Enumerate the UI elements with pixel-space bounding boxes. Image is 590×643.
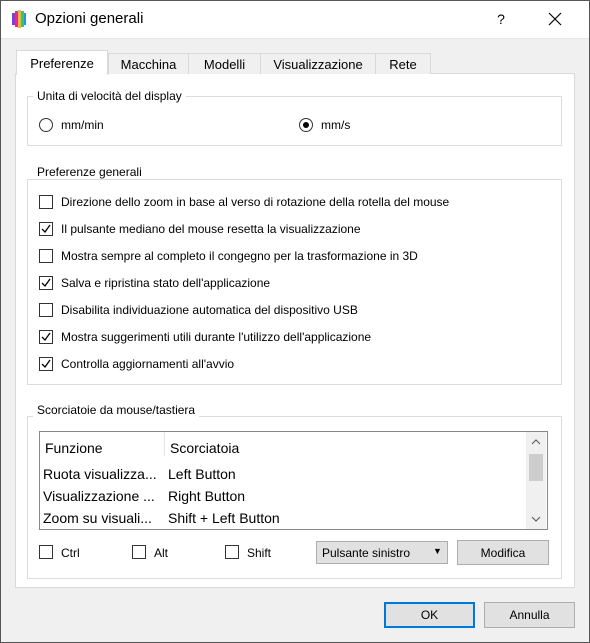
tab-preferences[interactable]: Preferenze [16,50,108,75]
list-item-function[interactable]: Ruota visualizza... [43,466,157,482]
checkmark-icon [41,278,51,288]
ok-button[interactable]: OK [384,602,475,628]
checkbox-zoom-direction[interactable] [39,195,53,209]
close-icon [548,12,562,26]
radio-mm-min-label: mm/min [61,118,104,132]
cancel-button[interactable]: Annulla [484,602,575,628]
checkbox-disable-usb-detection[interactable] [39,303,53,317]
vertical-scrollbar[interactable] [526,432,546,529]
checkbox-show-tips[interactable] [39,330,53,344]
checkbox-middle-button-reset[interactable] [39,222,53,236]
window-title: Opzioni generali [35,10,144,27]
checkbox-alt[interactable] [132,545,146,559]
column-header-function[interactable]: Funzione [45,440,103,456]
scroll-down-button[interactable] [526,509,546,529]
tab-network[interactable]: Rete [375,53,431,74]
checkmark-icon [41,359,51,369]
app-logo-icon [12,10,26,28]
list-item-function[interactable]: Zoom su visuali... [43,510,152,526]
scroll-up-button[interactable] [526,432,546,452]
help-button[interactable]: ? [478,2,524,36]
scroll-thumb[interactable] [529,454,543,481]
list-item-function[interactable]: Visualizzazione ... [43,488,155,504]
checkbox-shift-label: Shift [247,546,272,560]
radio-mm-s[interactable] [299,118,313,132]
tab-display[interactable]: Visualizzazione [260,53,376,74]
checkmark-icon [41,332,51,342]
shortcuts-title: Scorciatoie da mouse/tastiera [33,403,200,417]
chevron-down-icon [531,516,541,522]
checkbox-shift[interactable] [225,545,239,559]
mouse-button-select-value: Pulsante sinistro [322,546,411,560]
checkbox-zoom-direction-label: Direzione dello zoom in base al verso di… [61,195,450,209]
close-button[interactable] [532,2,578,36]
radio-selected-dot [303,122,309,128]
checkbox-alt-label: Alt [154,546,169,560]
tab-models[interactable]: Modelli [188,53,261,74]
list-item-shortcut[interactable]: Left Button [168,466,236,482]
mouse-button-select[interactable]: Pulsante sinistro ▼ [316,541,448,564]
checkbox-check-updates-label: Controlla aggiornamenti all'avvio [61,357,235,371]
checkbox-ctrl[interactable] [39,545,53,559]
radio-mm-min[interactable] [39,118,53,132]
checkbox-disable-usb-detection-label: Disabilita individuazione automatica del… [61,303,358,317]
edit-button[interactable]: Modifica [457,540,549,565]
chevron-up-icon [531,439,541,445]
checkbox-check-updates[interactable] [39,357,53,371]
checkbox-save-restore-state[interactable] [39,276,53,290]
checkbox-show-tips-label: Mostra suggerimenti utili durante l'util… [61,330,372,344]
speed-unit-title: Unita di velocità del display [33,89,186,103]
checkbox-middle-button-reset-label: Il pulsante mediano del mouse resetta la… [61,222,361,236]
general-preferences-title: Preferenze generali [33,165,146,179]
chevron-down-icon: ▼ [433,546,442,556]
column-divider[interactable] [164,432,165,456]
checkmark-icon [41,224,51,234]
title-bar: Opzioni generali ? [0,0,590,39]
checkbox-save-restore-state-label: Salva e ripristina stato dell'applicazio… [61,276,271,290]
column-header-shortcut[interactable]: Scorciatoia [170,440,239,456]
checkbox-show-3d-gizmo[interactable] [39,249,53,263]
tab-machine[interactable]: Macchina [108,53,189,74]
shortcuts-list[interactable]: Funzione Scorciatoia Ruota visualizza...… [39,431,548,530]
radio-mm-s-label: mm/s [321,118,351,132]
speed-unit-group [27,96,562,146]
checkbox-ctrl-label: Ctrl [61,546,80,560]
checkbox-show-3d-gizmo-label: Mostra sempre al completo il congegno pe… [61,249,418,263]
list-item-shortcut[interactable]: Shift + Left Button [168,510,280,526]
list-item-shortcut[interactable]: Right Button [168,488,245,504]
